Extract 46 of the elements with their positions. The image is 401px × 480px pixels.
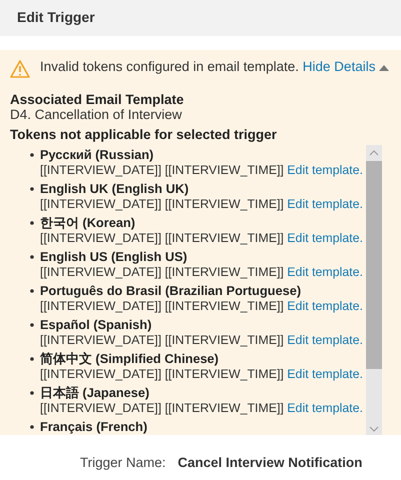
invalid-tokens: [[INTERVIEW_DATE]] [[INTERVIEW_TIME]] Edit template. <box>40 400 363 416</box>
warning-message: Invalid tokens configured in email template. Hide Details <box>40 59 390 74</box>
edit-template-link[interactable]: Edit template. <box>287 163 363 177</box>
language-name: Русский (Russian) <box>40 147 155 162</box>
scrollbar[interactable] <box>366 145 382 435</box>
language-name: Français (French) <box>40 419 148 434</box>
edit-template-link[interactable]: Edit template. <box>287 367 363 381</box>
language-name: 简体中文 (Simplified Chinese) <box>40 351 220 366</box>
edit-template-link[interactable]: Edit template. <box>287 231 363 245</box>
bullet-icon <box>30 289 34 293</box>
bullet-icon <box>30 425 34 429</box>
invalid-tokens: [[INTERVIEW_DATE]] [[INTERVIEW_TIME]] Edit template. <box>40 264 363 280</box>
invalid-tokens: [[INTERVIEW_DATE]] [[INTERVIEW_TIME]] Edit template. <box>40 162 363 178</box>
scroll-thumb[interactable] <box>366 161 382 369</box>
bullet-icon <box>30 153 34 157</box>
bullet-icon <box>30 357 34 361</box>
invalid-tokens: [[INTERVIEW_DATE]] [[INTERVIEW_TIME]] Edit template. <box>40 366 363 382</box>
language-name: Português do Brasil (Brazilian Portuguese) <box>40 283 302 298</box>
edit-template-link[interactable]: Edit template. <box>287 401 363 415</box>
bullet-icon <box>30 255 34 259</box>
invalid-tokens: [[INTERVIEW_DATE]] [[INTERVIEW_TIME]] Edit template. <box>40 298 363 314</box>
invalid-tokens: [[INTERVIEW_DATE]] [[INTERVIEW_TIME]] Edit template. <box>40 196 363 212</box>
trigger-name-value: Cancel Interview Notification <box>178 455 362 470</box>
language-name: Español (Spanish) <box>40 317 153 332</box>
language-name: English UK (English UK) <box>40 181 190 196</box>
bullet-icon <box>30 187 34 191</box>
bullet-icon <box>30 221 34 225</box>
edit-template-link[interactable]: Edit template. <box>287 197 363 211</box>
caret-icon[interactable] <box>379 64 390 71</box>
dialog-title: Edit Trigger <box>17 9 95 25</box>
language-name: English US (English US) <box>40 249 188 264</box>
template-name: D4. Cancellation of Interview <box>10 107 183 122</box>
hide-details-link[interactable]: Hide Details <box>302 59 390 74</box>
bullet-icon <box>30 323 34 327</box>
bullet-icon <box>30 391 34 395</box>
edit-template-link[interactable]: Edit template. <box>287 299 363 313</box>
invalid-tokens: [[INTERVIEW_DATE]] [[INTERVIEW_TIME]] Edit template. <box>40 332 363 348</box>
tokens-heading: Tokens not applicable for selected trigger <box>10 127 278 142</box>
language-name: 한국어 (Korean) <box>40 215 136 230</box>
trigger-name-label: Trigger Name: <box>80 455 166 470</box>
invalid-tokens: [[INTERVIEW_DATE]] [[INTERVIEW_TIME]] Edit template. <box>40 230 363 246</box>
language-name: 日本語 (Japanese) <box>40 385 150 400</box>
edit-template-link[interactable]: Edit template. <box>287 265 363 279</box>
edit-template-link[interactable]: Edit template. <box>287 333 363 347</box>
warning-icon <box>10 60 30 78</box>
template-heading: Associated Email Template <box>10 92 185 107</box>
